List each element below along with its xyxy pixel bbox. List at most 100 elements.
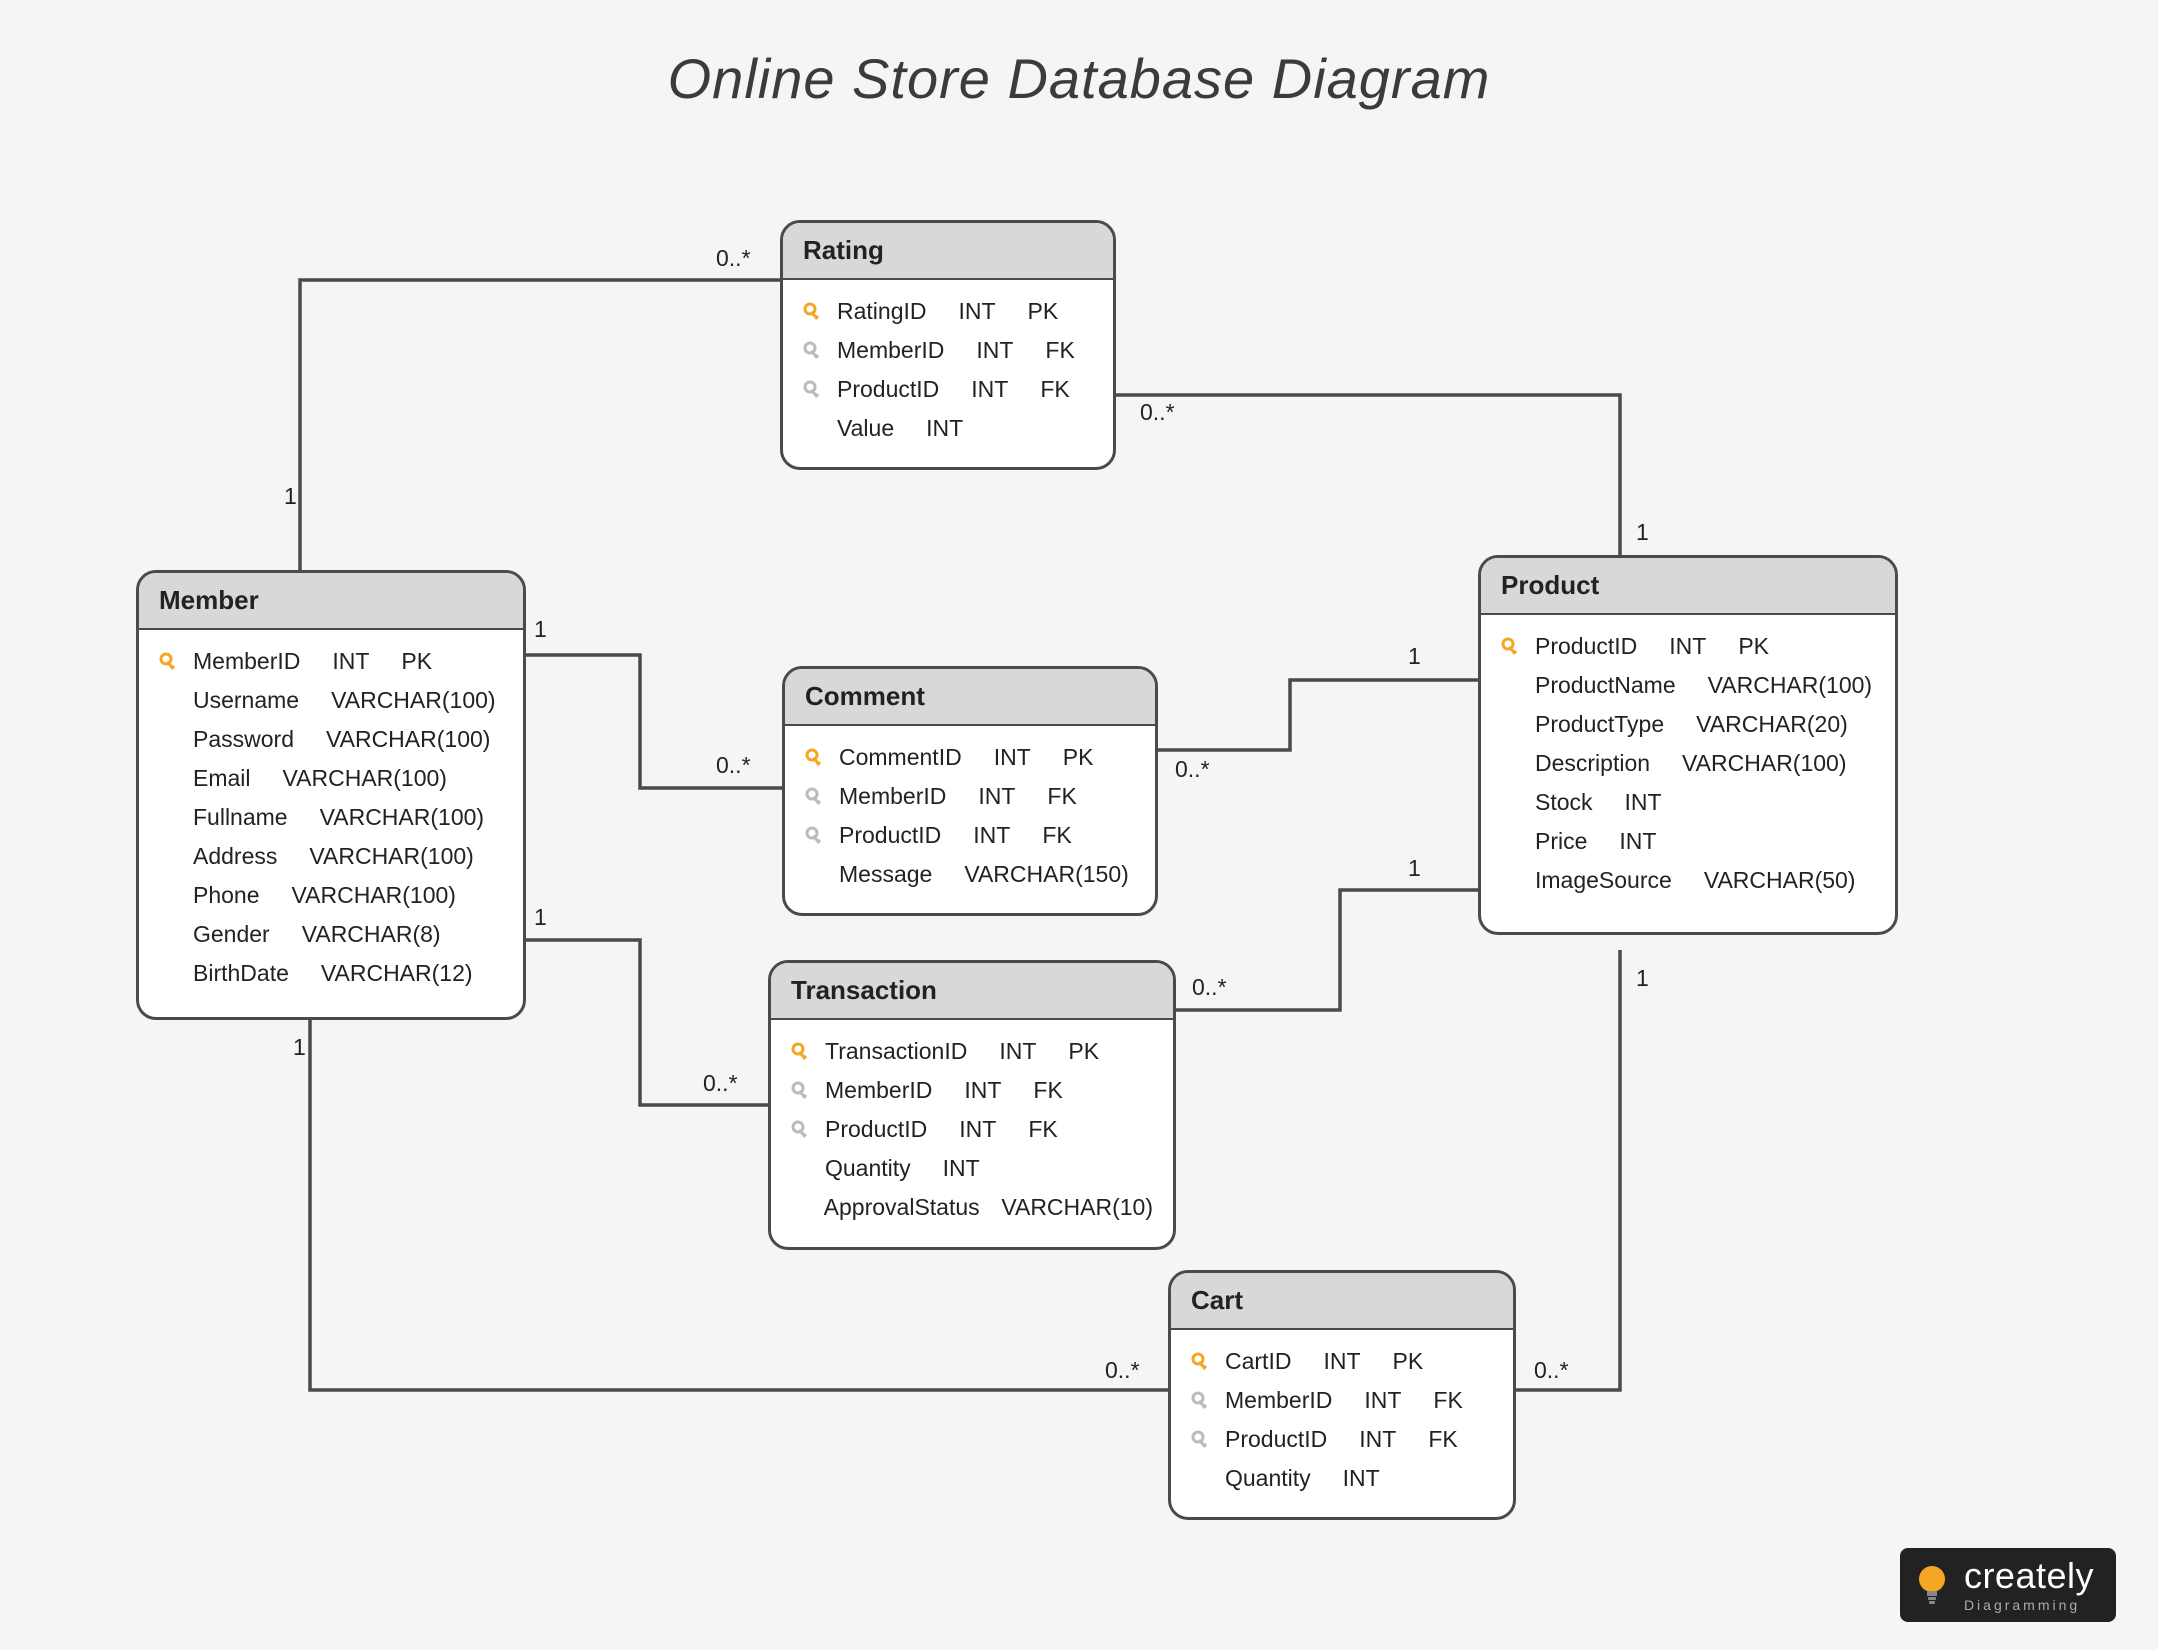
entity-cart-rows: CartIDINTPK MemberIDINTFK ProductIDINTFK…: [1171, 1330, 1513, 1514]
no-key-icon: [159, 886, 179, 906]
field-row: Password VARCHAR(100): [159, 720, 503, 759]
field-key: FK: [1028, 1116, 1057, 1143]
field-row: ProductIDINTFK: [803, 370, 1093, 409]
field-name: Description: [1535, 750, 1650, 777]
field-name: Quantity: [825, 1155, 911, 1182]
entity-product-header: Product: [1481, 558, 1895, 615]
field-name: ApprovalStatus: [824, 1194, 970, 1221]
entity-rating-header: Rating: [783, 223, 1113, 280]
field-name: CartID: [1225, 1348, 1291, 1375]
field-row: Phone VARCHAR(100): [159, 876, 503, 915]
field-key: FK: [1045, 337, 1074, 364]
field-row: Quantity INT: [791, 1149, 1153, 1188]
entity-transaction[interactable]: Transaction TransactionIDINTPK MemberID I…: [768, 960, 1176, 1250]
field-row: BirthDateVARCHAR(12): [159, 954, 503, 993]
field-type: VARCHAR(50): [1704, 867, 1856, 894]
field-type: INT: [1359, 1426, 1396, 1453]
entity-transaction-rows: TransactionIDINTPK MemberIDINTFK Product…: [771, 1020, 1173, 1243]
field-type: INT: [959, 1116, 996, 1143]
no-key-icon: [1501, 715, 1521, 735]
field-type: VARCHAR(100): [331, 687, 495, 714]
field-name: ProductName: [1535, 672, 1676, 699]
field-row: MemberIDINTFK: [803, 331, 1093, 370]
entity-product[interactable]: Product ProductID INT PK ProductName VARCHAR…: [1478, 555, 1898, 935]
field-name: MemberID: [825, 1077, 932, 1104]
no-key-icon: [1501, 832, 1521, 852]
field-type: VARCHAR(150): [964, 861, 1128, 888]
field-type: VARCHAR(10): [1001, 1194, 1153, 1221]
field-row: TransactionIDINTPK: [791, 1032, 1153, 1071]
mult-product-cart-product: 1: [1636, 965, 1649, 992]
mult-member-transaction-transaction: 0..*: [703, 1070, 738, 1097]
field-row: ProductIDINTFK: [805, 816, 1135, 855]
mult-member-rating-rating: 0..*: [716, 245, 751, 272]
entity-member[interactable]: Member MemberIDINTPKUsernameVARCHAR(100)…: [136, 570, 526, 1020]
foreign-key-icon: [1191, 1391, 1211, 1411]
field-type: INT: [994, 744, 1031, 771]
field-type: VARCHAR(8): [302, 921, 441, 948]
field-row: MemberIDINTFK: [1191, 1381, 1493, 1420]
mult-transaction-product-transaction: 0..*: [1192, 974, 1227, 1001]
field-name: ImageSource: [1535, 867, 1672, 894]
mult-member-cart-member: 1: [293, 1034, 306, 1061]
field-key: FK: [1033, 1077, 1062, 1104]
entity-cart-header: Cart: [1171, 1273, 1513, 1330]
field-type: INT: [332, 648, 369, 675]
field-type: INT: [943, 1155, 980, 1182]
field-row: CommentIDINTPK: [805, 738, 1135, 777]
field-name: ProductID: [839, 822, 941, 849]
field-key: FK: [1040, 376, 1069, 403]
field-name: Gender: [193, 921, 270, 948]
no-key-icon: [1501, 871, 1521, 891]
field-type: INT: [1619, 828, 1656, 855]
mult-transaction-product-product: 1: [1408, 855, 1421, 882]
mult-rating-product-rating: 0..*: [1140, 399, 1175, 426]
field-type: INT: [1669, 633, 1706, 660]
mult-rating-product-product: 1: [1636, 519, 1649, 546]
foreign-key-icon: [803, 341, 823, 361]
creately-logo: creately Diagramming: [1900, 1548, 2116, 1622]
field-row: StockINT: [1501, 783, 1875, 822]
no-key-icon: [159, 769, 179, 789]
field-row: ProductIDINTFK: [791, 1110, 1153, 1149]
no-key-icon: [159, 964, 179, 984]
entity-comment[interactable]: Comment CommentIDINTPK MemberIDINTFK Pro…: [782, 666, 1158, 916]
mult-member-comment-comment: 0..*: [716, 752, 751, 779]
primary-key-icon: [803, 302, 823, 322]
entity-rating[interactable]: Rating RatingIDINTPK MemberIDINTFK Produ…: [780, 220, 1116, 470]
field-key: PK: [1738, 633, 1769, 660]
field-key: FK: [1428, 1426, 1457, 1453]
no-key-icon: [791, 1198, 810, 1218]
field-row: ProductTypeVARCHAR(20): [1501, 705, 1875, 744]
entity-transaction-header: Transaction: [771, 963, 1173, 1020]
primary-key-icon: [791, 1042, 811, 1062]
field-key: FK: [1042, 822, 1071, 849]
foreign-key-icon: [805, 787, 825, 807]
logo-tagline: Diagramming: [1964, 1598, 2094, 1612]
field-type: VARCHAR(100): [1708, 672, 1872, 699]
field-type: VARCHAR(100): [326, 726, 490, 753]
diagram-title: Online Store Database Diagram: [0, 46, 2158, 111]
field-type: INT: [1625, 789, 1662, 816]
field-name: BirthDate: [193, 960, 289, 987]
field-name: MemberID: [1225, 1387, 1332, 1414]
entity-cart[interactable]: Cart CartIDINTPK MemberIDINTFK ProductID…: [1168, 1270, 1516, 1520]
primary-key-icon: [1191, 1352, 1211, 1372]
field-name: Password: [193, 726, 294, 753]
field-type: INT: [1323, 1348, 1360, 1375]
field-row: ValueINT: [803, 409, 1093, 448]
field-type: INT: [958, 298, 995, 325]
field-row: PriceINT: [1501, 822, 1875, 861]
no-key-icon: [159, 925, 179, 945]
field-row: DescriptionVARCHAR(100): [1501, 744, 1875, 783]
foreign-key-icon: [803, 380, 823, 400]
field-type: VARCHAR(100): [309, 843, 473, 870]
field-type: INT: [971, 376, 1008, 403]
field-type: VARCHAR(100): [292, 882, 456, 909]
field-name: Message: [839, 861, 932, 888]
field-type: INT: [1343, 1465, 1380, 1492]
field-name: ProductID: [1535, 633, 1637, 660]
entity-comment-header: Comment: [785, 669, 1155, 726]
field-name: Phone: [193, 882, 260, 909]
entity-product-rows: ProductID INT PK ProductName VARCHAR(100) Pro…: [1481, 615, 1895, 916]
